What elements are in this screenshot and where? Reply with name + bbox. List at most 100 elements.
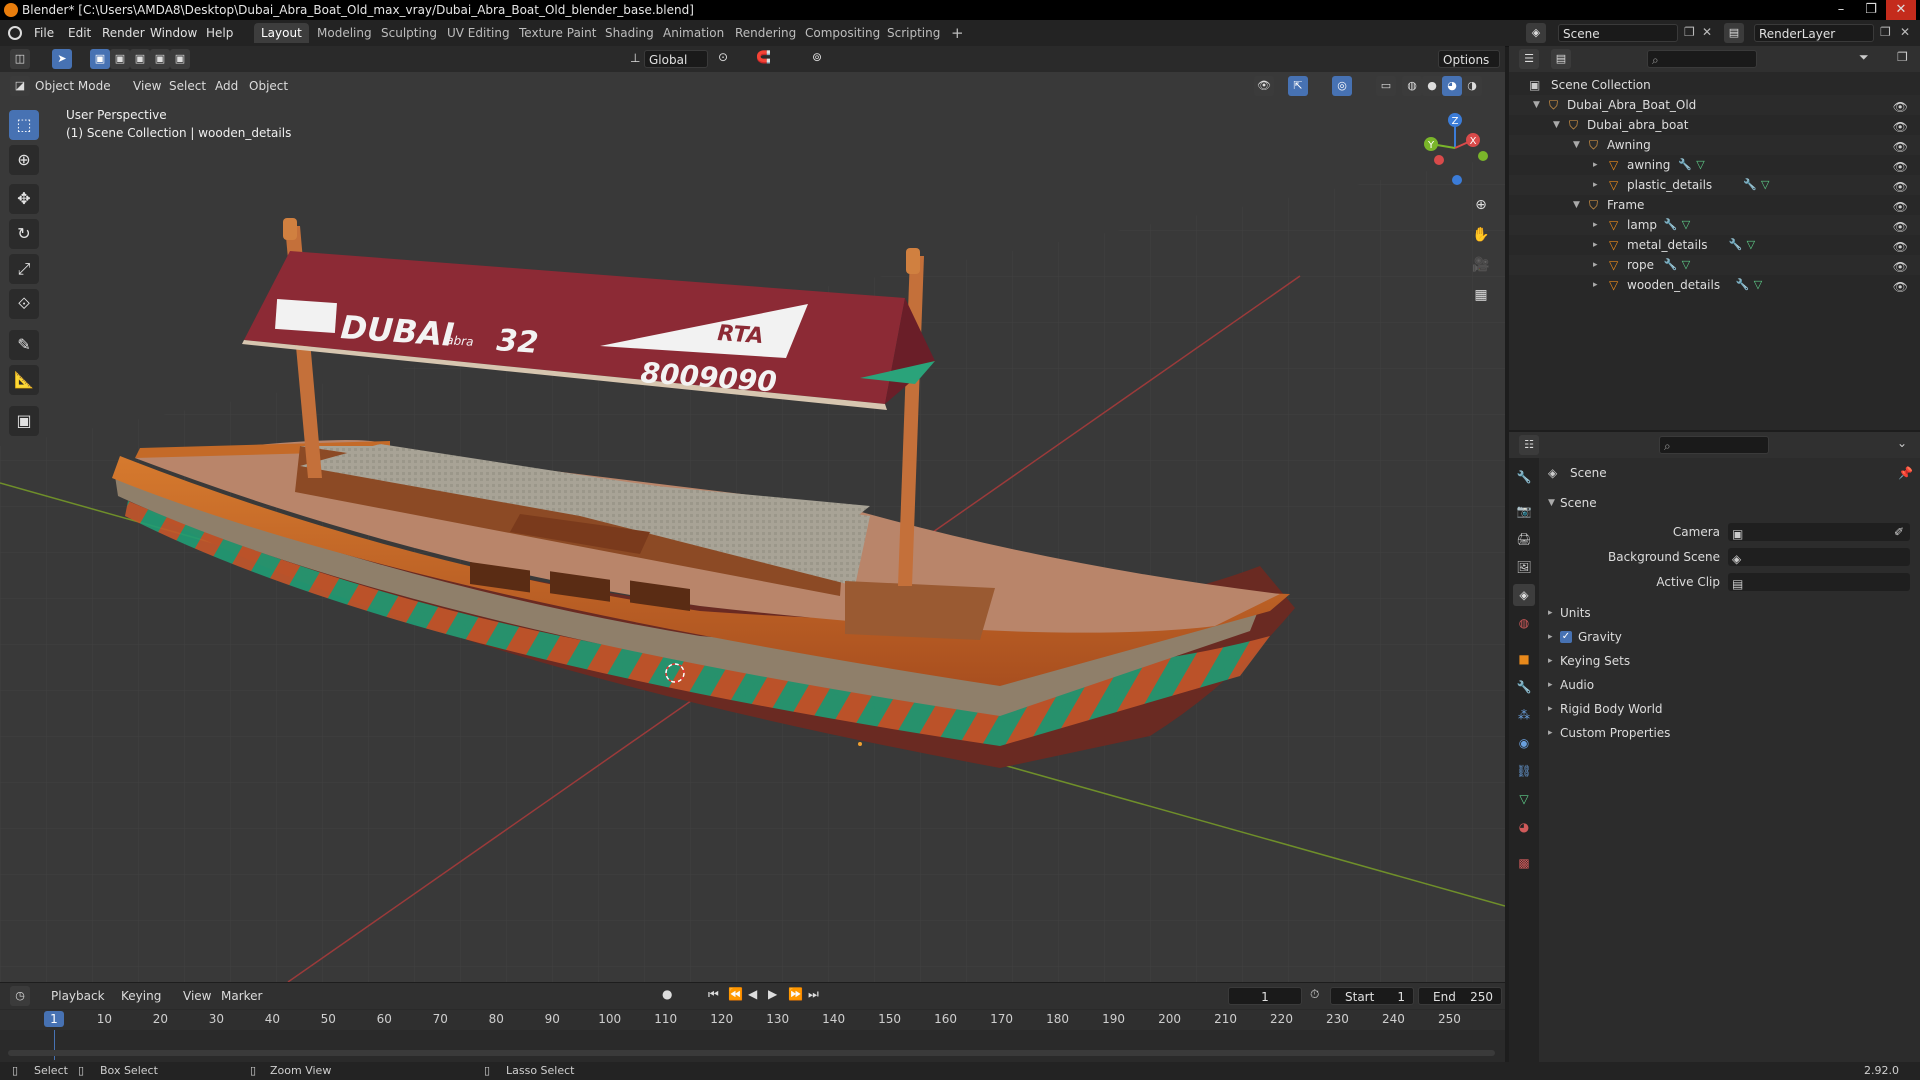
options-dropdown[interactable]: Options xyxy=(1438,50,1500,68)
mesh-data-icon[interactable]: ▽ xyxy=(1682,255,1690,275)
expand-right-icon[interactable]: ▸ xyxy=(1593,275,1598,295)
select-new-icon[interactable]: ▣ xyxy=(90,49,110,69)
tool-tab-icon[interactable]: 🔧 xyxy=(1513,466,1535,488)
outliner-search-input[interactable]: ⌕ xyxy=(1647,50,1757,68)
timeline-menu-marker[interactable]: Marker xyxy=(216,986,267,1006)
visibility-eye-icon[interactable]: 👁 xyxy=(1893,237,1908,257)
tab-modeling[interactable]: Modeling xyxy=(310,23,379,43)
pivot-icon[interactable]: ⊙ xyxy=(718,50,728,64)
gizmo-toggle-icon[interactable]: ⇱ xyxy=(1288,76,1308,96)
annotate-tool-icon[interactable]: ✎ xyxy=(9,330,39,360)
expand-right-icon[interactable]: ▸ xyxy=(1593,215,1598,235)
new-layer-icon[interactable]: ❐ xyxy=(1880,25,1891,39)
scene-selector[interactable]: Scene xyxy=(1558,24,1678,42)
tab-animation[interactable]: Animation xyxy=(656,23,731,43)
menu-file[interactable]: File xyxy=(28,24,60,42)
play-reverse-icon[interactable]: ◀ xyxy=(748,987,757,1001)
new-collection-icon[interactable]: ❐ xyxy=(1897,50,1908,64)
texture-tab-icon[interactable]: ▩ xyxy=(1513,852,1535,874)
viewport-menu-view[interactable]: View xyxy=(128,76,166,96)
play-icon[interactable]: ▶ xyxy=(768,987,777,1001)
rotate-tool-icon[interactable]: ↻ xyxy=(9,219,39,249)
timeline-scrollbar[interactable] xyxy=(8,1050,1495,1056)
tab-shading[interactable]: Shading xyxy=(598,23,661,43)
current-frame-field[interactable]: 1 xyxy=(1228,987,1302,1005)
menu-help[interactable]: Help xyxy=(200,24,239,42)
modifier-icon[interactable]: 🔧 xyxy=(1743,175,1757,195)
gravity-checkbox[interactable]: ✓ xyxy=(1560,631,1572,643)
select-tool-icon[interactable]: ➤ xyxy=(52,49,72,69)
data-tab-icon[interactable]: ▽ xyxy=(1513,788,1535,810)
camera-field[interactable]: ▣ xyxy=(1728,523,1910,541)
material-tab-icon[interactable]: ◕ xyxy=(1513,816,1535,838)
pan-hand-icon[interactable]: ✋ xyxy=(1468,222,1494,248)
visibility-eye-icon[interactable]: 👁 xyxy=(1893,217,1908,237)
modifier-tab-icon[interactable]: 🔧 xyxy=(1513,676,1535,698)
editor-type-icon[interactable]: ◫ xyxy=(10,49,30,69)
scene-tab-icon[interactable]: ◈ xyxy=(1513,584,1535,606)
eyedropper-icon[interactable]: ✐ xyxy=(1894,521,1904,543)
modifier-icon[interactable]: 🔧 xyxy=(1736,275,1750,295)
object-mode-dropdown[interactable]: Object Mode xyxy=(30,76,116,96)
tab-layout[interactable]: Layout xyxy=(254,23,309,43)
mesh-data-icon[interactable]: ▽ xyxy=(1696,155,1704,175)
outliner-editor-icon[interactable]: ☰ xyxy=(1519,49,1539,69)
minimize-button[interactable]: – xyxy=(1826,0,1856,20)
select-intersect-icon[interactable]: ▣ xyxy=(170,49,190,69)
start-frame-field[interactable]: Start 1 xyxy=(1330,987,1414,1005)
units-panel[interactable]: ▸ Units xyxy=(1540,602,1920,624)
outliner-item-dubai-abra-boat[interactable]: ▼ ⛉ Dubai_abra_boat 👁 xyxy=(1509,115,1920,135)
timeline-menu-playback[interactable]: Playback xyxy=(46,986,110,1006)
timeline-menu-view[interactable]: View xyxy=(178,986,216,1006)
jump-start-icon[interactable]: ⏮ xyxy=(708,987,719,1002)
expand-down-icon[interactable]: ▼ xyxy=(1553,115,1560,135)
measure-tool-icon[interactable]: 📐 xyxy=(9,365,39,395)
perspective-toggle-icon[interactable]: ▦ xyxy=(1468,282,1494,308)
blender-menu-icon[interactable] xyxy=(8,26,22,40)
timeline-menu-keying[interactable]: Keying xyxy=(116,986,166,1006)
properties-options-icon[interactable]: ⌄ xyxy=(1897,436,1907,450)
world-tab-icon[interactable]: ◍ xyxy=(1513,612,1535,634)
properties-editor-icon[interactable]: ☷ xyxy=(1519,435,1539,455)
expand-down-icon[interactable]: ▼ xyxy=(1573,135,1580,155)
cursor-tool-icon[interactable]: ⊕ xyxy=(9,145,39,175)
mesh-data-icon[interactable]: ▽ xyxy=(1754,275,1762,295)
visibility-eye-icon[interactable]: 👁 xyxy=(1893,137,1908,157)
xray-icon[interactable]: ▭ xyxy=(1376,76,1396,96)
add-workspace-button[interactable]: + xyxy=(944,23,971,43)
overlay-toggle-icon[interactable]: ◎ xyxy=(1332,76,1352,96)
expand-right-icon[interactable]: ▸ xyxy=(1593,235,1598,255)
menu-window[interactable]: Window xyxy=(144,24,203,42)
particles-tab-icon[interactable]: ⁂ xyxy=(1513,704,1535,726)
solid-shading-icon[interactable]: ● xyxy=(1422,76,1442,96)
orientation-dropdown[interactable]: Global xyxy=(644,50,708,68)
delete-scene-icon[interactable]: ✕ xyxy=(1702,25,1712,39)
properties-search-input[interactable]: ⌕ xyxy=(1659,436,1769,454)
maximize-button[interactable]: ❐ xyxy=(1856,0,1886,20)
constraints-tab-icon[interactable]: ⛓ xyxy=(1513,760,1535,782)
proportional-icon[interactable]: ⊚ xyxy=(812,50,822,64)
outliner-item-frame[interactable]: ▼ ⛉ Frame 👁 xyxy=(1509,195,1920,215)
modifier-icon[interactable]: 🔧 xyxy=(1664,215,1678,235)
3d-viewport[interactable]: DUBAI abra 32 RTA 8009090 xyxy=(0,46,1505,982)
viewport-menu-object[interactable]: Object xyxy=(244,76,293,96)
visibility-eye-icon[interactable]: 👁 xyxy=(1893,97,1908,117)
mesh-data-icon[interactable]: ▽ xyxy=(1747,235,1755,255)
zoom-icon[interactable]: ⊕ xyxy=(1468,192,1494,218)
end-frame-field[interactable]: End 250 xyxy=(1418,987,1502,1005)
viewport-menu-add[interactable]: Add xyxy=(210,76,243,96)
wireframe-shading-icon[interactable]: ◍ xyxy=(1402,76,1422,96)
jump-next-keyframe-icon[interactable]: ⏩ xyxy=(788,987,803,1001)
keying-sets-panel[interactable]: ▸ Keying Sets xyxy=(1540,650,1920,672)
scene-panel-header[interactable]: ▼ Scene xyxy=(1540,492,1920,514)
camera-view-icon[interactable]: 🎥 xyxy=(1468,252,1494,278)
active-clip-field[interactable]: ▤ xyxy=(1728,573,1910,591)
menu-render[interactable]: Render xyxy=(96,24,151,42)
expand-down-icon[interactable]: ▼ xyxy=(1533,95,1540,115)
render-layer-selector[interactable]: RenderLayer xyxy=(1754,24,1874,42)
physics-tab-icon[interactable]: ◉ xyxy=(1513,732,1535,754)
delete-layer-icon[interactable]: ✕ xyxy=(1900,25,1910,39)
visibility-icon[interactable]: 👁 xyxy=(1254,76,1274,96)
tab-texture-paint[interactable]: Texture Paint xyxy=(512,23,603,43)
jump-prev-keyframe-icon[interactable]: ⏪ xyxy=(728,987,743,1001)
